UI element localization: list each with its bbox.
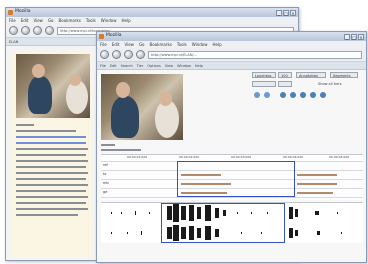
tier-label-ref[interactable]: ref [103, 163, 108, 167]
menu-bookmarks[interactable]: Bookmarks [150, 42, 172, 47]
app-tab-search[interactable]: Search [121, 64, 133, 68]
front-toolbar: http://www.mpi.nl/ELAN/... [97, 48, 366, 62]
forward-nav-icon[interactable] [112, 50, 121, 59]
menu-go[interactable]: Go [48, 18, 54, 23]
video-player[interactable] [101, 74, 183, 140]
back-titlebar: Mozilla _ □ × [6, 8, 298, 17]
front-browser-window: Mozilla _ □ × File Edit View Go Bookmark… [96, 31, 367, 263]
selection-box-annotation[interactable] [177, 161, 295, 197]
app-tab-tier[interactable]: Tier [137, 64, 144, 68]
app-tab-edit[interactable]: Edit [110, 64, 117, 68]
forward-nav-icon[interactable] [21, 26, 30, 35]
loudness-select[interactable]: Loudness [252, 72, 276, 78]
menu-help[interactable]: Help [122, 18, 131, 23]
last-frame-icon[interactable] [320, 92, 326, 98]
menu-window[interactable]: Window [192, 42, 208, 47]
app-tab-window[interactable]: Window [177, 64, 191, 68]
waveform-panel[interactable] [101, 202, 363, 243]
prev-frame-icon[interactable] [290, 92, 296, 98]
front-window-title: Mozilla [106, 33, 122, 38]
app-tab-help[interactable]: Help [195, 64, 203, 68]
menu-window[interactable]: Window [101, 18, 117, 23]
annotation-button[interactable]: Annotation [296, 72, 326, 78]
menu-file[interactable]: File [100, 42, 107, 47]
time-ruler-label-3: 00:00:03.000 [231, 155, 252, 159]
maximize-button[interactable]: □ [351, 33, 357, 40]
tier-label-mb[interactable]: mb [103, 181, 109, 185]
show-tiers-checkbox-label[interactable]: Show all tiers [318, 82, 342, 86]
tier-value-select[interactable] [278, 81, 292, 87]
app-tab-file[interactable]: File [100, 64, 106, 68]
back-tab[interactable]: ELAN [9, 40, 18, 44]
controls-panel: Loudness 100 Annotation Segments Show al… [252, 72, 362, 108]
menu-go[interactable]: Go [139, 42, 145, 47]
menu-edit[interactable]: Edit [112, 42, 120, 47]
app-icon [99, 34, 104, 39]
zoom-value-select[interactable]: 100 [278, 72, 292, 78]
front-app-menu-row: File Edit Search Tier Options View Windo… [97, 62, 366, 70]
reload-icon[interactable] [33, 26, 42, 35]
time-ruler-label-2: 00:00:02.000 [179, 155, 200, 159]
app-tab-options[interactable]: Options [147, 64, 161, 68]
stop-icon[interactable] [45, 26, 54, 35]
menu-view[interactable]: View [124, 42, 134, 47]
stop-icon[interactable] [136, 50, 145, 59]
menu-help[interactable]: Help [213, 42, 222, 47]
tier-label-ge[interactable]: ge [103, 190, 107, 194]
tier-select[interactable] [252, 81, 276, 87]
front-address-bar[interactable]: http://www.mpi.nl/ELAN/... [148, 50, 362, 59]
menu-tools[interactable]: Tools [177, 42, 187, 47]
front-titlebar: Mozilla _ □ × [97, 32, 366, 41]
menu-view[interactable]: View [33, 18, 43, 23]
segments-button[interactable]: Segments [330, 72, 358, 78]
next-frame-icon[interactable] [310, 92, 316, 98]
close-button[interactable]: × [358, 33, 364, 40]
back-content-panel [12, 52, 92, 257]
first-frame-icon[interactable] [280, 92, 286, 98]
back-menubar: File Edit View Go Bookmarks Tools Window… [6, 17, 298, 24]
menu-bookmarks[interactable]: Bookmarks [59, 18, 81, 23]
time-ruler-label-1: 00:00:01.000 [127, 155, 148, 159]
zoom-in-icon[interactable] [254, 92, 260, 98]
reload-icon[interactable] [124, 50, 133, 59]
back-nav-icon[interactable] [9, 26, 18, 35]
back-window-title: Mozilla [15, 9, 31, 14]
zoom-out-icon[interactable] [264, 92, 270, 98]
play-icon[interactable] [300, 92, 306, 98]
minimize-button[interactable]: _ [344, 33, 350, 40]
annotation-grid: 00:00:01.000 00:00:02.000 00:00:03.000 0… [101, 154, 363, 200]
video-still-image [16, 54, 90, 118]
menu-file[interactable]: File [9, 18, 16, 23]
maximize-button[interactable]: □ [283, 9, 289, 16]
front-menubar: File Edit View Go Bookmarks Tools Window… [97, 41, 366, 48]
time-ruler-label-4: 00:00:04.000 [283, 155, 304, 159]
menu-tools[interactable]: Tools [86, 18, 96, 23]
minimize-button[interactable]: _ [276, 9, 282, 16]
tier-label-tx[interactable]: tx [103, 172, 106, 176]
close-button[interactable]: × [290, 9, 296, 16]
time-ruler-label-5: 00:00:05.000 [329, 155, 350, 159]
window-controls: _ □ × [344, 33, 364, 40]
app-icon [8, 10, 13, 15]
window-controls: _ □ × [276, 9, 296, 16]
back-nav-icon[interactable] [100, 50, 109, 59]
selection-box-waveform[interactable] [161, 203, 285, 243]
app-tab-view[interactable]: View [165, 64, 173, 68]
menu-edit[interactable]: Edit [21, 18, 29, 23]
